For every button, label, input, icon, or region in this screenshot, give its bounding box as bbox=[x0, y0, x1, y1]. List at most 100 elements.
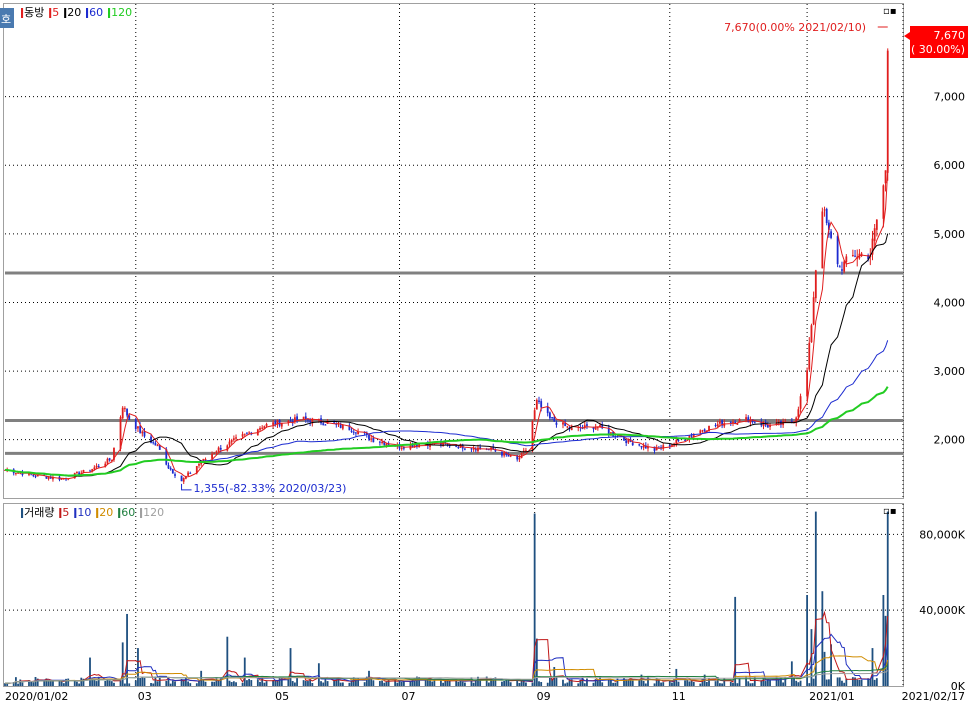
candle-body bbox=[174, 474, 176, 476]
volume-bar bbox=[89, 657, 91, 686]
candle-body bbox=[123, 408, 126, 410]
volume-bar bbox=[274, 680, 277, 686]
candle-body bbox=[296, 416, 298, 421]
date-tick-label: 2021/01 bbox=[809, 690, 855, 703]
max-price-annotation: 7,670(0.00% 2021/02/10) bbox=[724, 21, 866, 34]
candle-body bbox=[34, 476, 37, 478]
candle-body bbox=[520, 452, 523, 459]
volume-bar bbox=[790, 661, 793, 686]
volume-bar bbox=[95, 681, 98, 686]
volume-bar bbox=[564, 683, 567, 686]
volume-bar bbox=[320, 681, 322, 686]
volume-bar bbox=[782, 682, 785, 686]
volume-bar bbox=[851, 677, 854, 686]
candle-body bbox=[830, 231, 832, 238]
price-legend[interactable]: ǀ동방 ǀ5 ǀ20 ǀ60 ǀ120 bbox=[20, 6, 132, 19]
volume-bar bbox=[531, 682, 534, 686]
volume-bar bbox=[627, 680, 630, 686]
volume-bar bbox=[825, 679, 828, 686]
side-label[interactable]: 호 bbox=[1, 13, 11, 26]
candle-body bbox=[854, 255, 856, 257]
volume-bar bbox=[795, 680, 798, 686]
volume-bar bbox=[21, 682, 24, 686]
volume-bar bbox=[204, 681, 207, 686]
volume-bar bbox=[729, 681, 732, 686]
candle-body bbox=[246, 432, 248, 434]
volume-bar bbox=[457, 681, 460, 686]
volume-bar bbox=[592, 682, 595, 686]
min-price-annotation: 1,355(-82.33% 2020/03/23) bbox=[194, 482, 347, 495]
volume-bar bbox=[32, 682, 35, 686]
legend-label: 60 bbox=[121, 506, 135, 519]
legend-marker: ǀ bbox=[113, 506, 121, 519]
volume-bar bbox=[671, 682, 673, 686]
candle-body bbox=[470, 448, 473, 450]
volume-bar bbox=[546, 682, 549, 686]
legend-label: 5 bbox=[52, 6, 59, 19]
candle-body bbox=[638, 444, 641, 446]
candle-body bbox=[213, 452, 216, 454]
candle-body bbox=[684, 439, 686, 441]
volume-bar bbox=[235, 682, 237, 686]
date-tick-label: 03 bbox=[138, 690, 152, 703]
volume-bar bbox=[873, 679, 876, 686]
volume-bar bbox=[525, 682, 527, 686]
volume-bar bbox=[302, 680, 305, 686]
candle-body bbox=[753, 422, 756, 424]
volume-bar bbox=[263, 682, 266, 686]
volume-bar bbox=[187, 681, 189, 686]
volume-tick-label: 80,000K bbox=[919, 528, 965, 541]
volume-legend[interactable]: ǀ거래량 ǀ5 ǀ10 ǀ20 ǀ60 ǀ120 bbox=[20, 506, 164, 519]
volume-bar bbox=[396, 682, 399, 686]
volume-bar bbox=[217, 680, 220, 686]
volume-bar bbox=[599, 677, 601, 686]
candle-body bbox=[167, 465, 170, 469]
candle-body bbox=[248, 432, 251, 434]
candle-body bbox=[882, 185, 885, 219]
candle-body bbox=[272, 422, 274, 425]
volume-bar bbox=[518, 682, 521, 686]
candle-body bbox=[562, 422, 564, 425]
volume-bar bbox=[97, 676, 100, 686]
volume-bar bbox=[141, 677, 144, 686]
volume-bar bbox=[766, 680, 769, 686]
volume-bar bbox=[614, 682, 617, 686]
volume-bar bbox=[583, 683, 586, 686]
candle-body bbox=[134, 419, 137, 429]
candle-body bbox=[32, 474, 35, 476]
volume-bar bbox=[248, 678, 251, 686]
volume-bar bbox=[278, 677, 281, 686]
candle-body bbox=[610, 432, 612, 434]
volume-bar bbox=[19, 679, 22, 686]
volume-bar bbox=[189, 683, 192, 686]
volume-tick-label: 40,000K bbox=[919, 604, 965, 617]
candle-body bbox=[714, 425, 717, 427]
volume-bar bbox=[714, 681, 717, 686]
volume-window-icons[interactable]: ▫▪ bbox=[883, 506, 897, 517]
volume-bar bbox=[80, 677, 83, 686]
volume-bar bbox=[78, 683, 81, 686]
volume-bar bbox=[230, 682, 233, 686]
candle-body bbox=[152, 442, 155, 444]
candle-body bbox=[228, 441, 231, 445]
volume-bar bbox=[241, 682, 244, 686]
stock-chart[interactable]: 2,0003,0004,0005,0006,0007,0000K40,000K8… bbox=[0, 0, 968, 703]
candle-body bbox=[625, 440, 628, 444]
legend-label: 거래량 bbox=[24, 506, 54, 519]
price-window-icons[interactable]: ▫▪ bbox=[883, 6, 897, 17]
candle-body bbox=[703, 429, 706, 432]
candle-body bbox=[799, 396, 802, 409]
price-panel-frame bbox=[3, 3, 904, 499]
candle-body bbox=[154, 442, 157, 446]
current-price-pointer bbox=[904, 32, 910, 40]
candle-body bbox=[289, 420, 292, 422]
volume-bar bbox=[623, 677, 625, 686]
volume-bar bbox=[256, 679, 259, 686]
legend-marker: ǀ bbox=[81, 6, 89, 19]
current-price-value: 7,670 bbox=[934, 29, 966, 42]
volume-bar bbox=[814, 511, 817, 686]
volume-bar bbox=[317, 663, 320, 686]
candle-body bbox=[198, 464, 200, 466]
candle-body bbox=[180, 475, 183, 482]
volume-bar bbox=[562, 679, 564, 686]
